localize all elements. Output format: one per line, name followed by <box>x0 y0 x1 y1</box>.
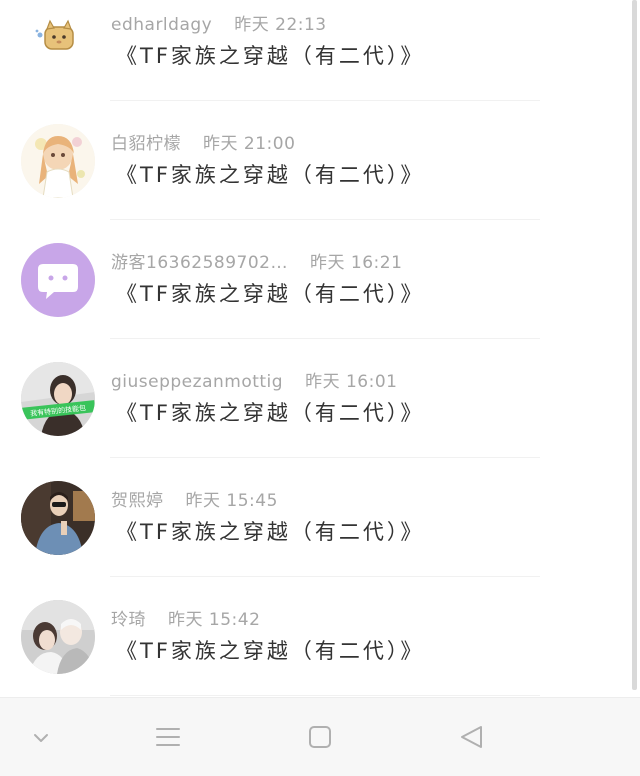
username: 贺熙婷 <box>111 491 164 511</box>
timestamp: 昨天 22:13 <box>234 15 327 35</box>
nav-menu-button[interactable] <box>153 722 183 752</box>
username: giuseppezanmottig <box>111 372 284 392</box>
divider <box>110 695 540 696</box>
message-meta: edharldagy 昨天 22:13 <box>111 10 327 35</box>
username: edharldagy <box>111 15 213 35</box>
nav-back-button[interactable] <box>457 722 487 752</box>
message-item[interactable]: 贺熙婷 昨天 15:45 《TF家族之穿越（有二代）》 <box>0 436 640 577</box>
message-item[interactable]: 我有特别的技能包 giuseppezanmottig 昨天 16:01 《TF家族… <box>0 317 640 458</box>
username: 玲琦 <box>111 610 146 630</box>
back-triangle-icon <box>461 726 482 748</box>
guest-chat-avatar-icon <box>21 243 95 317</box>
avatar[interactable] <box>21 243 95 317</box>
photo-avatar-icon <box>21 600 95 674</box>
chevron-down-icon <box>34 734 48 742</box>
home-square-icon <box>309 726 331 748</box>
timestamp: 昨天 21:00 <box>203 134 296 154</box>
username: 白貂柠檬 <box>111 134 181 154</box>
photo-avatar-icon: 我有特别的技能包 <box>21 362 95 436</box>
message-list: edharldagy 昨天 22:13 《TF家族之穿越（有二代）》 白貂柠檬 … <box>0 0 640 696</box>
avatar[interactable] <box>21 600 95 674</box>
message-title: 《TF家族之穿越（有二代）》 <box>116 163 425 187</box>
timestamp: 昨天 16:01 <box>305 372 398 392</box>
message-item[interactable]: 游客16362589702… 昨天 16:21 《TF家族之穿越（有二代）》 <box>0 198 640 339</box>
message-item[interactable]: 白貂柠檬 昨天 21:00 《TF家族之穿越（有二代）》 <box>0 79 640 220</box>
message-title: 《TF家族之穿越（有二代）》 <box>116 44 425 68</box>
timestamp: 昨天 15:42 <box>168 610 261 630</box>
avatar[interactable] <box>21 481 95 555</box>
message-meta: 贺熙婷 昨天 15:45 <box>111 486 278 511</box>
menu-icon <box>156 728 180 746</box>
photo-avatar-icon <box>21 481 95 555</box>
message-item[interactable]: edharldagy 昨天 22:13 《TF家族之穿越（有二代）》 <box>0 0 640 101</box>
message-meta: 游客16362589702… 昨天 16:21 <box>111 248 402 273</box>
username: 游客16362589702… <box>111 253 288 273</box>
message-meta: 白貂柠檬 昨天 21:00 <box>111 129 295 154</box>
message-title: 《TF家族之穿越（有二代）》 <box>116 282 425 306</box>
nav-home-button[interactable] <box>305 722 335 752</box>
message-meta: giuseppezanmottig 昨天 16:01 <box>111 367 397 392</box>
avatar[interactable]: 我有特别的技能包 <box>21 362 95 436</box>
scrollbar[interactable] <box>632 0 637 690</box>
message-item[interactable]: 玲琦 昨天 15:42 《TF家族之穿越（有二代）》 <box>0 555 640 696</box>
anime-girl-avatar-icon <box>21 124 95 198</box>
avatar[interactable] <box>21 124 95 198</box>
message-title: 《TF家族之穿越（有二代）》 <box>116 520 425 544</box>
avatar[interactable] <box>21 5 95 79</box>
timestamp: 昨天 15:45 <box>185 491 278 511</box>
cartoon-cat-avatar-icon <box>21 5 95 79</box>
message-title: 《TF家族之穿越（有二代）》 <box>116 639 425 663</box>
message-screen: edharldagy 昨天 22:13 《TF家族之穿越（有二代）》 白貂柠檬 … <box>0 0 640 776</box>
timestamp: 昨天 16:21 <box>309 253 403 273</box>
nav-hide-button[interactable] <box>26 722 56 752</box>
message-title: 《TF家族之穿越（有二代）》 <box>116 401 425 425</box>
message-meta: 玲琦 昨天 15:42 <box>111 605 260 630</box>
system-nav-bar <box>0 697 640 776</box>
